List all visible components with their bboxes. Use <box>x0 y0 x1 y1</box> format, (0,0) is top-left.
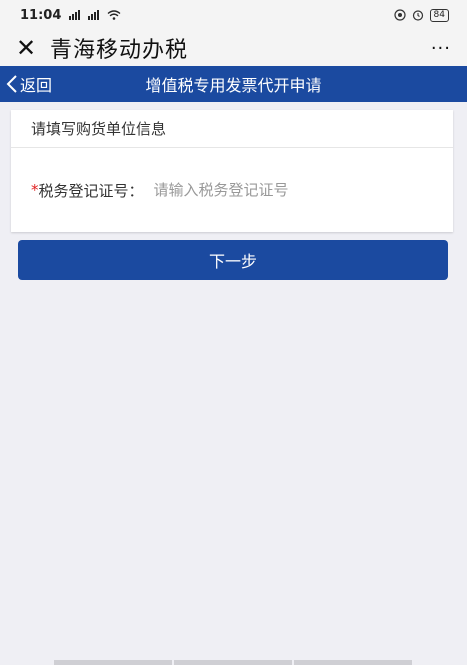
bottom-bar-segment <box>54 660 172 665</box>
status-left: 11:04 <box>20 8 121 23</box>
signal-icon-2 <box>88 10 100 20</box>
chevron-left-icon <box>6 75 17 93</box>
more-icon[interactable]: ··· <box>431 38 451 59</box>
label-colon: ： <box>128 181 144 200</box>
titlebar: ✕ 青海移动办税 ··· <box>0 30 467 66</box>
target-icon <box>393 9 406 21</box>
section-title: 请填写购货单位信息 <box>11 110 453 148</box>
signal-icon <box>69 10 81 20</box>
tax-id-label: 税务登记证号 <box>38 181 129 200</box>
battery-icon: 84 <box>429 8 449 22</box>
bottom-gesture-bar <box>54 660 412 665</box>
nav-header: 返回 增值税专用发票代开申请 <box>0 66 467 102</box>
status-right: 84 <box>393 8 449 22</box>
bottom-bar-segment <box>294 660 412 665</box>
next-step-button[interactable]: 下一步 <box>18 240 448 280</box>
alarm-icon <box>412 10 423 21</box>
status-bar: 11:04 84 <box>0 0 467 30</box>
page-title: 增值税专用发票代开申请 <box>145 76 322 95</box>
close-icon[interactable]: ✕ <box>16 36 44 60</box>
back-button[interactable]: 返回 <box>0 66 52 102</box>
status-time: 11:04 <box>20 7 62 23</box>
buyer-info-card: 请填写购货单位信息 * 税务登记证号 ： <box>11 110 453 232</box>
app-title: 青海移动办税 <box>50 38 189 63</box>
tax-id-input[interactable] <box>153 181 364 199</box>
wifi-icon <box>107 10 121 20</box>
tax-id-row: * 税务登记证号 ： <box>11 148 453 232</box>
back-label: 返回 <box>20 76 53 95</box>
bottom-bar-segment <box>174 660 292 665</box>
required-mark: * <box>31 181 39 199</box>
